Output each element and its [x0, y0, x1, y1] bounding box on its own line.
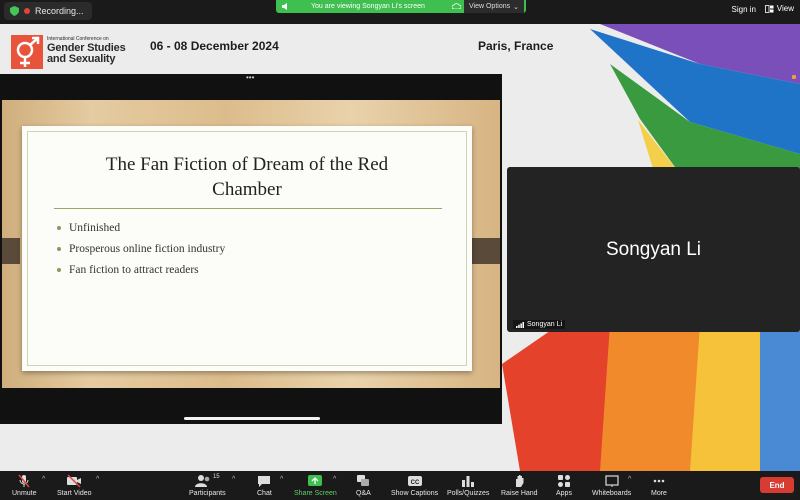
apps-icon — [557, 475, 570, 487]
whiteboards-button[interactable]: Whiteboards — [592, 474, 631, 497]
show-captions-label: Show Captions — [391, 490, 439, 497]
apps-label: Apps — [556, 490, 572, 497]
slide-divider — [54, 208, 442, 209]
raise-hand-label: Raise Hand — [501, 490, 538, 497]
raise-hand-icon — [516, 475, 524, 487]
slide-bullet: Prosperous online fiction industry — [57, 238, 225, 259]
share-screen-label: Share Screen — [294, 490, 337, 497]
view-label: View — [776, 4, 794, 13]
slide-tab-right — [470, 238, 500, 264]
view-button[interactable]: View — [764, 4, 794, 13]
bullet-dot-icon — [57, 267, 61, 272]
participants-icon-group: 15 — [194, 474, 220, 490]
chevron-up-icon[interactable]: ^ — [96, 476, 99, 483]
chevron-up-icon[interactable]: ^ — [42, 476, 45, 483]
gender-symbol-icon — [16, 36, 40, 67]
whiteboard-icon — [605, 475, 619, 487]
captions-icon: CC — [407, 476, 422, 486]
unmute-button[interactable]: Unmute — [12, 474, 37, 497]
share-screen-button[interactable]: Share Screen — [294, 474, 337, 497]
view-options-label: View Options — [469, 3, 511, 10]
slide-page: The Fan Fiction of Dream of the Red Cham… — [22, 126, 472, 371]
conference-logo-text: International Conference on Gender Studi… — [47, 36, 126, 65]
sign-in-button[interactable]: Sign in — [732, 5, 756, 14]
grid-view-icon — [764, 4, 774, 13]
polls-quizzes-label: Polls/Quizzes — [447, 490, 490, 497]
participant-label: Songyan Li — [513, 320, 566, 329]
participant-video-tile[interactable]: Songyan Li Songyan Li — [507, 167, 800, 332]
participants-icon — [194, 475, 210, 487]
more-dots-icon[interactable]: ••• — [246, 74, 254, 82]
qa-button[interactable]: Q&A — [356, 474, 371, 497]
show-captions-button[interactable]: CC Show Captions — [391, 474, 438, 497]
zoom-window: Recording... You are viewing Songyan Li'… — [0, 0, 800, 500]
whiteboards-label: Whiteboards — [592, 490, 632, 497]
more-icon — [653, 479, 665, 483]
signal-strength-icon — [516, 321, 524, 328]
end-meeting-button[interactable]: End — [760, 477, 794, 493]
gender-logo — [11, 35, 43, 69]
polls-icon — [462, 476, 475, 487]
view-options-button[interactable]: View Options ⌄ — [464, 0, 524, 13]
qa-icon — [357, 475, 370, 486]
top-bar: Recording... You are viewing Songyan Li'… — [0, 0, 800, 24]
participants-count: 15 — [212, 474, 220, 480]
participants-label: Participants — [189, 490, 226, 497]
chevron-up-icon[interactable]: ^ — [280, 476, 283, 483]
recording-indicator[interactable]: Recording... — [4, 2, 92, 20]
start-video-label: Start Video — [57, 490, 92, 497]
meeting-toolbar: Unmute ^ Start Video ^ 15 Participants ^… — [0, 471, 800, 500]
viewing-banner-text: You are viewing Songyan Li's screen — [311, 3, 425, 10]
slide-bullet-text: Prosperous online fiction industry — [69, 242, 226, 255]
slide-bullet-list: Unfinished Prosperous online fiction ind… — [57, 217, 225, 280]
start-video-button[interactable]: Start Video — [57, 474, 92, 497]
shield-icon — [10, 6, 19, 16]
chat-button[interactable]: Chat — [257, 474, 272, 497]
recording-label: Recording... — [35, 6, 84, 16]
chat-icon — [258, 476, 271, 487]
slide-title-line-2: Chamber — [212, 179, 282, 200]
chat-label: Chat — [257, 490, 272, 497]
participants-button[interactable]: 15 Participants — [189, 474, 226, 497]
more-button[interactable]: More — [651, 474, 667, 497]
chevron-down-icon: ⌄ — [513, 3, 519, 11]
logo-line-2: and Sexuality — [47, 53, 116, 65]
chevron-up-icon[interactable]: ^ — [628, 476, 631, 483]
slide-title-line-1: The Fan Fiction of Dream of the Red — [105, 154, 389, 175]
resize-handle[interactable] — [792, 75, 796, 79]
chevron-up-icon[interactable]: ^ — [333, 476, 336, 483]
svg-text:CC: CC — [410, 480, 419, 486]
cloud-icon — [452, 3, 461, 9]
conference-dates: 06 - 08 December 2024 — [150, 39, 279, 53]
chevron-up-icon[interactable]: ^ — [232, 476, 235, 483]
share-screen-icon — [308, 475, 323, 486]
horizontal-scrollbar[interactable] — [184, 417, 320, 420]
participant-label-text: Songyan Li — [527, 321, 563, 328]
more-label: More — [651, 490, 667, 497]
unmute-label: Unmute — [12, 490, 37, 497]
participant-name: Songyan Li — [605, 239, 702, 260]
slide-bullet: Unfinished — [57, 217, 225, 238]
bullet-dot-icon — [57, 246, 61, 251]
slide-bullet-text: Fan fiction to attract readers — [69, 263, 199, 276]
bullet-dot-icon — [57, 225, 61, 230]
polls-quizzes-button[interactable]: Polls/Quizzes — [447, 474, 489, 497]
raise-hand-button[interactable]: Raise Hand — [501, 474, 538, 497]
conference-location: Paris, France — [478, 39, 554, 53]
slide-title: The Fan Fiction of Dream of the Red Cham… — [22, 152, 472, 202]
qa-label: Q&A — [356, 490, 371, 497]
recording-dot-icon — [24, 8, 30, 14]
apps-button[interactable]: Apps — [556, 474, 572, 497]
slide-bullet: Fan fiction to attract readers — [57, 259, 225, 280]
microphone-muted-icon — [18, 474, 30, 488]
speaker-icon — [282, 3, 287, 10]
video-off-icon — [67, 474, 82, 488]
slide-tab-left — [2, 238, 20, 264]
slide-bullet-text: Unfinished — [69, 221, 121, 234]
